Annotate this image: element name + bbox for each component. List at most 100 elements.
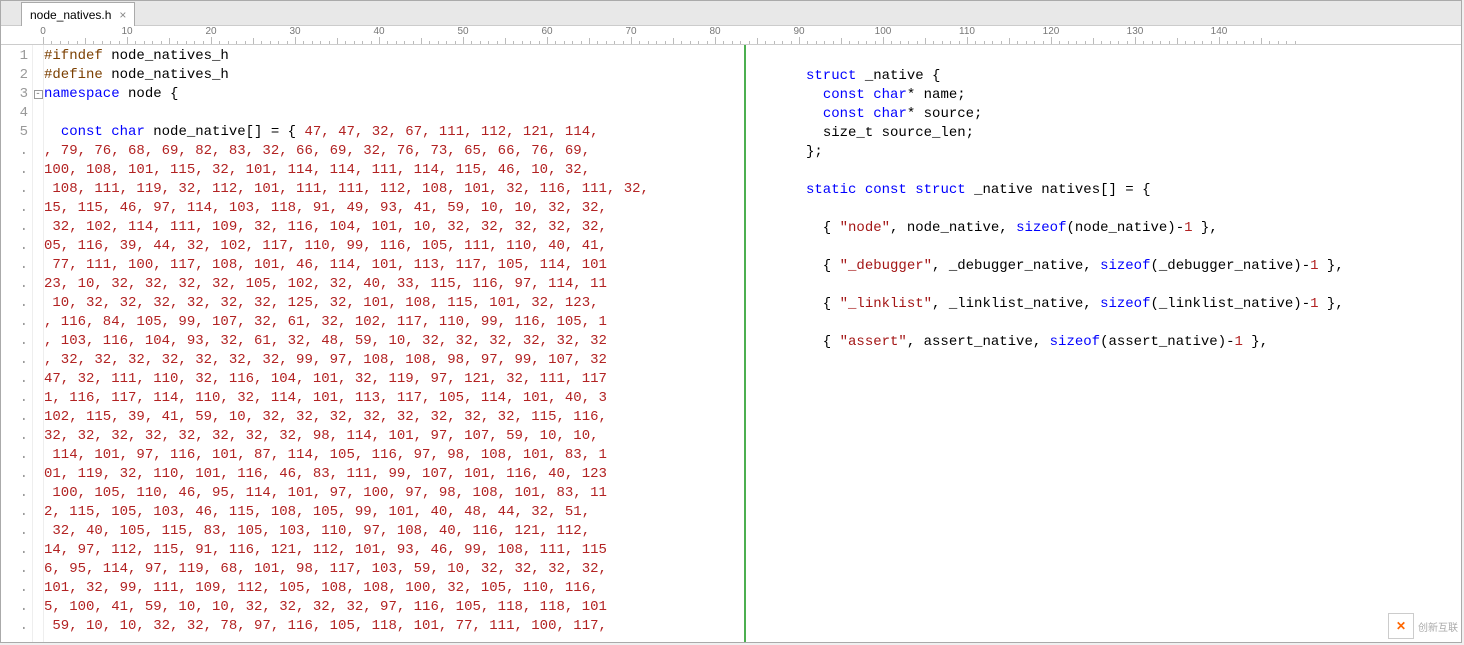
code-line[interactable]: 77, 111, 100, 117, 108, 101, 46, 114, 10…: [44, 256, 744, 275]
close-icon[interactable]: ×: [119, 8, 126, 22]
ruler-tick-label: 0: [40, 26, 46, 37]
line-number: .: [1, 389, 28, 408]
line-number: .: [1, 560, 28, 579]
ruler-tick-label: 30: [289, 26, 300, 37]
code-line[interactable]: [806, 314, 1461, 333]
code-line[interactable]: 23, 10, 32, 32, 32, 32, 105, 102, 32, 40…: [44, 275, 744, 294]
line-number: .: [1, 370, 28, 389]
code-line[interactable]: const char* source;: [806, 105, 1461, 124]
line-number: .: [1, 218, 28, 237]
code-line[interactable]: [806, 162, 1461, 181]
code-line[interactable]: [806, 200, 1461, 219]
code-line[interactable]: 05, 116, 39, 44, 32, 102, 117, 110, 99, …: [44, 237, 744, 256]
editor-window: node_natives.h × 01020304050607080901001…: [0, 0, 1462, 643]
code-line[interactable]: 15, 115, 46, 97, 114, 103, 118, 91, 49, …: [44, 199, 744, 218]
line-number: 5: [1, 123, 28, 142]
code-line[interactable]: #define node_natives_h: [44, 66, 744, 85]
code-line[interactable]: 32, 40, 105, 115, 83, 105, 103, 110, 97,…: [44, 522, 744, 541]
file-tab[interactable]: node_natives.h ×: [21, 2, 135, 26]
code-line[interactable]: 10, 32, 32, 32, 32, 32, 32, 125, 32, 101…: [44, 294, 744, 313]
line-number: .: [1, 541, 28, 560]
code-line[interactable]: 101, 32, 99, 111, 109, 112, 105, 108, 10…: [44, 579, 744, 598]
ruler-tick-label: 80: [709, 26, 720, 37]
watermark-text: 创新互联: [1418, 619, 1458, 634]
editor-split: 12345.......................... - #ifnde…: [1, 45, 1461, 642]
code-line[interactable]: static const struct _native natives[] = …: [806, 181, 1461, 200]
line-number: .: [1, 351, 28, 370]
code-line[interactable]: 01, 119, 32, 110, 101, 116, 46, 83, 111,…: [44, 465, 744, 484]
tab-filename: node_natives.h: [30, 8, 111, 22]
ruler: 0102030405060708090100110120130140: [1, 26, 1461, 45]
ruler-tick-label: 70: [625, 26, 636, 37]
line-number: 1: [1, 47, 28, 66]
code-line[interactable]: #ifndef node_natives_h: [44, 47, 744, 66]
code-line[interactable]: , 116, 84, 105, 99, 107, 32, 61, 32, 102…: [44, 313, 744, 332]
ruler-tick-label: 110: [959, 26, 975, 37]
line-number: .: [1, 484, 28, 503]
line-number: .: [1, 161, 28, 180]
right-editor[interactable]: struct _native { const char* name; const…: [746, 45, 1461, 642]
tab-bar: node_natives.h ×: [1, 1, 1461, 26]
line-number: 3: [1, 85, 28, 104]
code-line[interactable]: struct _native {: [806, 67, 1461, 86]
code-line[interactable]: 108, 111, 119, 32, 112, 101, 111, 111, 1…: [44, 180, 744, 199]
ruler-tick-label: 10: [121, 26, 132, 37]
ruler-tick-label: 140: [1211, 26, 1228, 37]
fold-toggle-icon[interactable]: -: [34, 90, 43, 99]
code-line[interactable]: , 32, 32, 32, 32, 32, 32, 32, 99, 97, 10…: [44, 351, 744, 370]
line-number: .: [1, 446, 28, 465]
code-line[interactable]: 6, 95, 114, 97, 119, 68, 101, 98, 117, 1…: [44, 560, 744, 579]
code-line[interactable]: size_t source_len;: [806, 124, 1461, 143]
line-number: .: [1, 427, 28, 446]
line-number: .: [1, 598, 28, 617]
code-line[interactable]: 32, 102, 114, 111, 109, 32, 116, 104, 10…: [44, 218, 744, 237]
line-number: .: [1, 503, 28, 522]
code-line[interactable]: 100, 105, 110, 46, 95, 114, 101, 97, 100…: [44, 484, 744, 503]
code-line[interactable]: const char* name;: [806, 86, 1461, 105]
code-line[interactable]: { "_debugger", _debugger_native, sizeof(…: [806, 257, 1461, 276]
code-line[interactable]: 100, 108, 101, 115, 32, 101, 114, 114, 1…: [44, 161, 744, 180]
code-line[interactable]: { "_linklist", _linklist_native, sizeof(…: [806, 295, 1461, 314]
line-number: .: [1, 275, 28, 294]
line-gutter: 12345..........................: [1, 45, 33, 642]
ruler-tick-label: 20: [205, 26, 216, 37]
line-number: .: [1, 617, 28, 636]
ruler-tick-label: 100: [875, 26, 892, 37]
code-line[interactable]: 59, 10, 10, 32, 32, 78, 97, 116, 105, 11…: [44, 617, 744, 636]
ruler-tick-label: 60: [541, 26, 552, 37]
code-line[interactable]: [806, 276, 1461, 295]
watermark-logo-icon: ✕: [1388, 613, 1414, 639]
left-editor[interactable]: #ifndef node_natives_h#define node_nativ…: [44, 45, 746, 642]
code-line[interactable]: , 79, 76, 68, 69, 82, 83, 32, 66, 69, 32…: [44, 142, 744, 161]
code-line[interactable]: const char node_native[] = { 47, 47, 32,…: [44, 123, 744, 142]
ruler-tick-label: 120: [1043, 26, 1060, 37]
line-number: .: [1, 180, 28, 199]
line-number: 4: [1, 104, 28, 123]
code-line[interactable]: { "node", node_native, sizeof(node_nativ…: [806, 219, 1461, 238]
code-line[interactable]: , 103, 116, 104, 93, 32, 61, 32, 48, 59,…: [44, 332, 744, 351]
line-number: .: [1, 332, 28, 351]
code-line[interactable]: 14, 97, 112, 115, 91, 116, 121, 112, 101…: [44, 541, 744, 560]
code-line[interactable]: 114, 101, 97, 116, 101, 87, 114, 105, 11…: [44, 446, 744, 465]
code-line[interactable]: };: [806, 143, 1461, 162]
code-line[interactable]: 1, 116, 117, 114, 110, 32, 114, 101, 113…: [44, 389, 744, 408]
code-line[interactable]: 2, 115, 105, 103, 46, 115, 108, 105, 99,…: [44, 503, 744, 522]
code-line[interactable]: 32, 32, 32, 32, 32, 32, 32, 32, 98, 114,…: [44, 427, 744, 446]
code-line[interactable]: namespace node {: [44, 85, 744, 104]
ruler-tick-label: 90: [793, 26, 804, 37]
watermark: ✕ 创新互联: [1388, 613, 1458, 639]
ruler-tick-label: 40: [373, 26, 384, 37]
code-line[interactable]: 102, 115, 39, 41, 59, 10, 32, 32, 32, 32…: [44, 408, 744, 427]
line-number: .: [1, 237, 28, 256]
code-line[interactable]: { "assert", assert_native, sizeof(assert…: [806, 333, 1461, 352]
line-number: .: [1, 579, 28, 598]
line-number: .: [1, 313, 28, 332]
ruler-tick-label: 130: [1127, 26, 1144, 37]
code-line[interactable]: [44, 104, 744, 123]
code-line[interactable]: [806, 352, 1461, 371]
line-number: .: [1, 522, 28, 541]
code-line[interactable]: [806, 238, 1461, 257]
code-line[interactable]: 47, 32, 111, 110, 32, 116, 104, 101, 32,…: [44, 370, 744, 389]
code-line[interactable]: 5, 100, 41, 59, 10, 10, 32, 32, 32, 32, …: [44, 598, 744, 617]
line-number: 2: [1, 66, 28, 85]
